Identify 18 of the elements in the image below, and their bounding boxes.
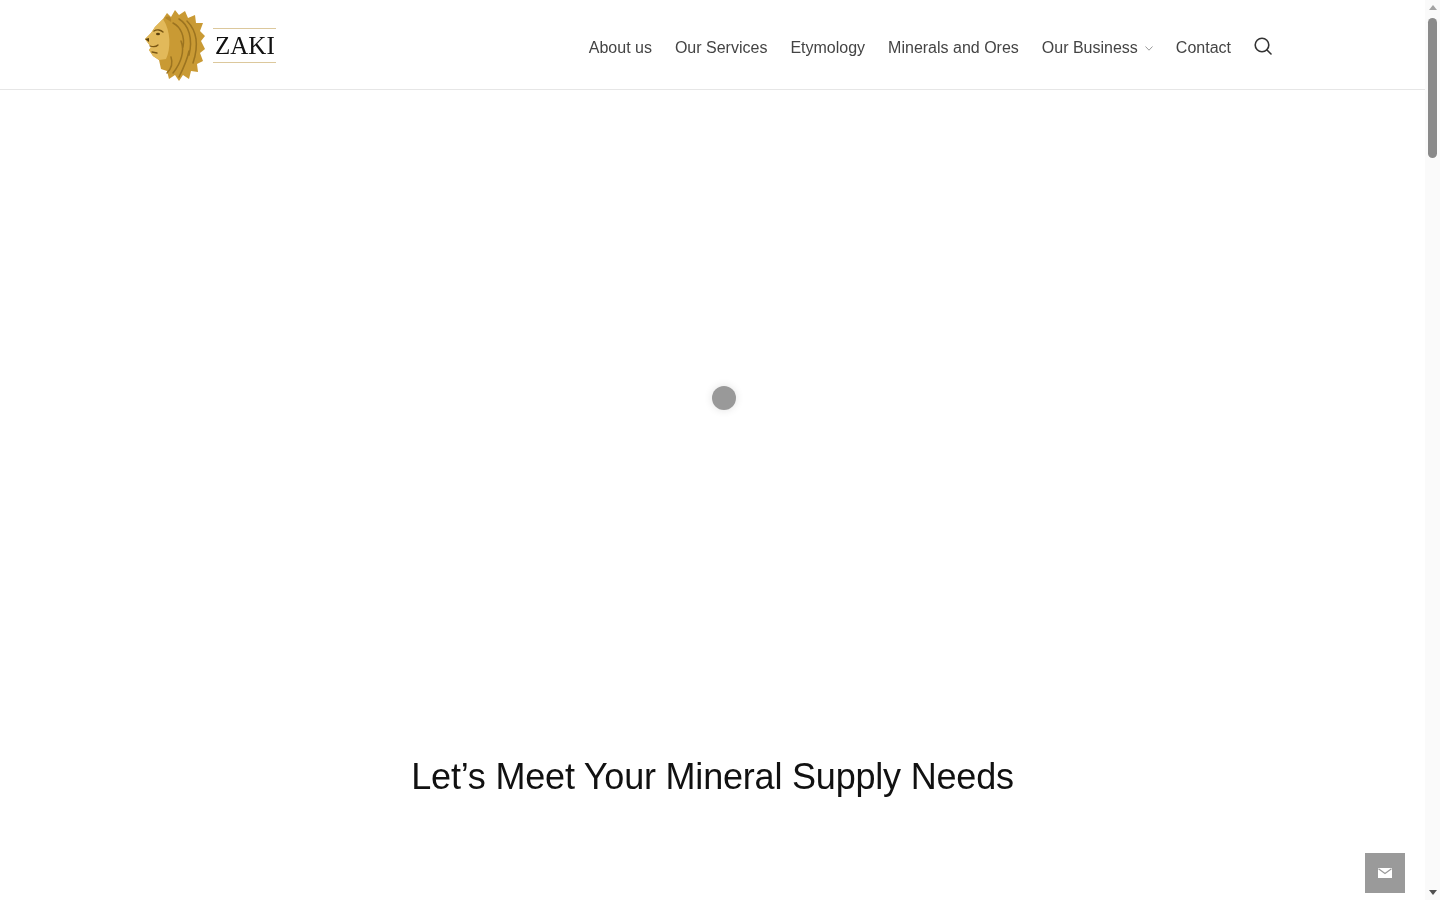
scroll-down-icon[interactable] [1428,890,1437,895]
nav-link[interactable]: Contact [1175,38,1231,57]
search-button[interactable] [1254,36,1272,55]
envelope-icon [1378,868,1392,878]
site-logo[interactable]: ZAKI [143,8,276,81]
scrollbar-thumb[interactable] [1428,18,1437,158]
scroll-up-icon[interactable] [1428,5,1437,10]
loading-dot [711,386,736,410]
nav-link[interactable]: Our Services [674,38,768,57]
nav-link[interactable]: About us [588,38,652,57]
nav-link[interactable]: Our Business [1041,38,1153,57]
contact-button[interactable] [1365,853,1405,893]
logo-wordmark: ZAKI [213,28,276,63]
section-heading: Let’s Meet Your Mineral Supply Needs [411,755,1014,799]
lion-head-icon [143,8,205,81]
nav-link[interactable]: Minerals and Ores [888,38,1019,57]
nav-link[interactable]: Etymology [790,38,866,57]
search-icon [1254,36,1272,55]
